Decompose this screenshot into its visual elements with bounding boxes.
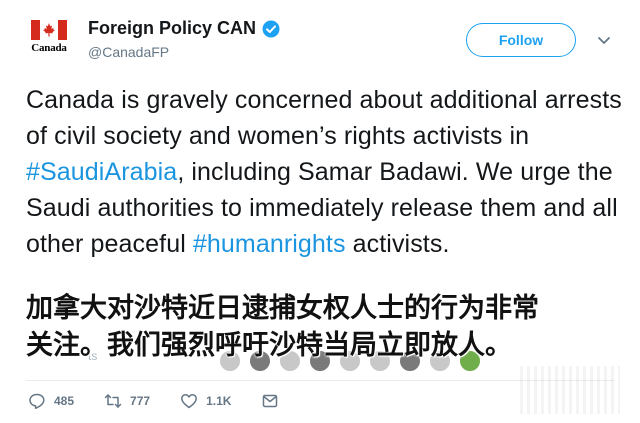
like-icon [181,394,198,409]
retweet-icon [104,394,122,408]
chevron-down-icon[interactable] [596,32,612,48]
chinese-caption-overlay: 加拿大对沙特近日逮捕女权人士的行为非常 关注。我们强烈呼吁沙特当局立即放人。 [26,290,626,364]
tweet-text-part: Canada is gravely concerned about additi… [26,86,622,150]
retweet-count: 777 [130,394,151,408]
avatar[interactable]: Canada [22,14,76,64]
user-handle[interactable]: @CanadaFP [88,44,169,60]
tweet-text: Canada is gravely concerned about additi… [26,82,626,262]
follow-button[interactable]: Follow [466,23,576,57]
like-count: 1.1K [206,394,232,408]
display-name[interactable]: Foreign Policy CAN [88,18,256,39]
reply-icon [29,393,45,410]
watermark [520,366,620,414]
message-icon [263,394,278,408]
like-button[interactable]: 1.1K [180,392,231,410]
caption-line: 关注。我们强烈呼吁沙特当局立即放人。 [26,330,512,360]
verified-icon [262,20,280,37]
tweet-text-part: activists. [345,230,450,258]
hashtag-link[interactable]: #humanrights [193,230,346,258]
message-button[interactable] [261,392,279,410]
reply-count: 485 [54,394,75,408]
tweet-card: Canada Foreign Policy CAN @CanadaFP Foll… [0,0,640,423]
action-bar: 485 777 1.1K [28,392,279,410]
caption-line: 加拿大对沙特近日逮捕女权人士的行为非常 [26,293,539,323]
canada-flag-icon [31,20,67,40]
avatar-label: Canada [31,42,67,54]
hashtag-link[interactable]: #SaudiArabia [26,158,177,186]
retweet-button[interactable]: 777 [104,392,150,410]
author-name-row[interactable]: Foreign Policy CAN [88,18,280,39]
reply-button[interactable]: 485 [28,392,74,410]
